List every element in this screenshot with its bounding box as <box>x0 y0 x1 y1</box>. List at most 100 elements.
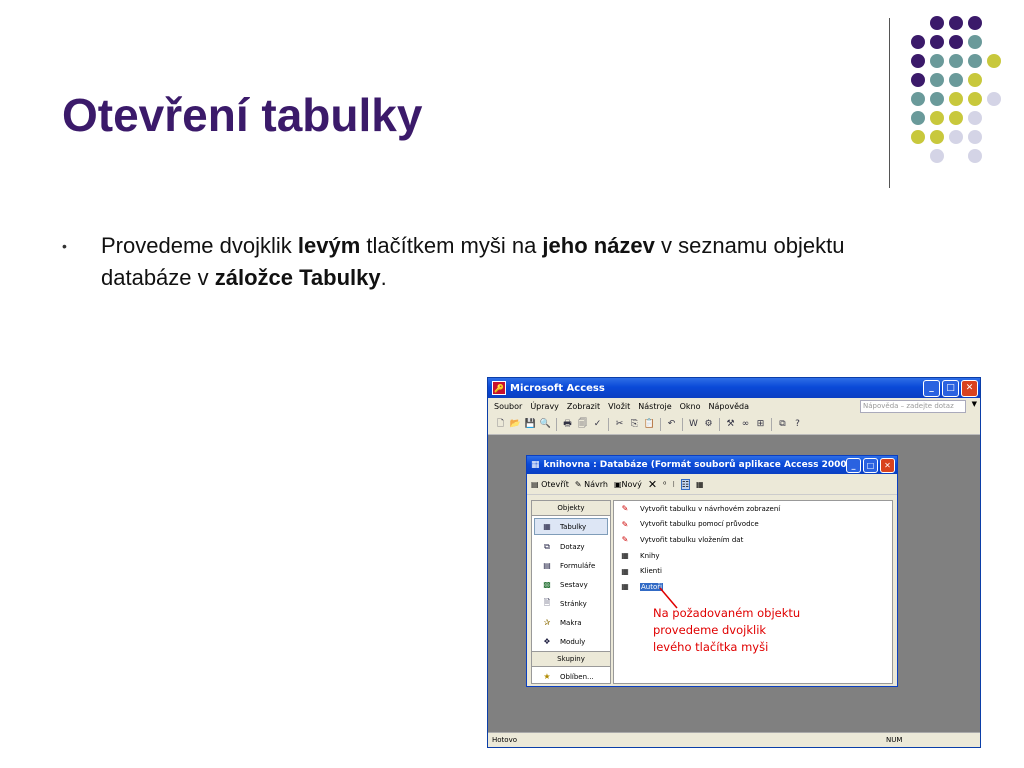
cut-icon[interactable]: ✂ <box>613 418 626 431</box>
save-icon[interactable]: 💾 <box>524 418 537 431</box>
undo-icon[interactable]: ↶ <box>665 418 678 431</box>
delete-icon[interactable]: ✕ <box>648 478 657 491</box>
list-item-selected[interactable]: ▦ Autoři <box>614 579 892 595</box>
status-bar: Hotovo NUM <box>488 732 980 747</box>
dot <box>949 35 963 49</box>
menu-soubor[interactable]: Soubor <box>494 402 522 411</box>
dot <box>968 54 982 68</box>
open-button[interactable]: ▤ Otevřít <box>531 480 569 489</box>
dot <box>968 149 982 163</box>
dot <box>930 149 944 163</box>
db-maximize-button[interactable]: □ <box>863 458 878 473</box>
search-icon[interactable]: 🔍 <box>539 418 552 431</box>
list-item[interactable]: ✎ Vytvořit tabulku pomocí průvodce <box>614 517 892 533</box>
analyze-icon[interactable]: ⚙ <box>702 418 715 431</box>
new-button[interactable]: ▣Nový <box>614 480 642 489</box>
access-key-icon: 🔑 <box>492 381 506 395</box>
object-list: ✎ Vytvořit tabulku v návrhovém zobrazení … <box>613 500 893 684</box>
table-icon: ▦ <box>621 566 629 576</box>
new-icon[interactable]: 🗋 <box>494 418 507 431</box>
small-icons-icon[interactable]: ⁝ <box>672 480 675 489</box>
module-icon: ❖ <box>543 637 551 646</box>
properties-icon[interactable]: ∞ <box>739 418 752 431</box>
dot <box>968 111 982 125</box>
copy-icon[interactable]: ⎘ <box>628 418 641 431</box>
dot <box>930 130 944 144</box>
main-toolbar: 🗋 📂 💾 🔍 🖶 🗐 ✓ ✂ ⎘ 📋 ↶ W ⚙ ⚒ ∞ ⊞ ⧉ ? <box>488 414 980 435</box>
form-icon: ▤ <box>543 561 551 570</box>
macro-icon: ✰ <box>543 618 551 627</box>
dot <box>911 54 925 68</box>
design-button[interactable]: ✎ Návrh <box>575 480 608 489</box>
menu-bar: Soubor Úpravy Zobrazit Vložit Nástroje O… <box>488 398 980 414</box>
open-icon[interactable]: 📂 <box>509 418 522 431</box>
groups-header[interactable]: Skupiny <box>532 651 610 667</box>
dot <box>987 54 1001 68</box>
print-icon[interactable]: 🖶 <box>561 418 574 431</box>
db-minimize-button[interactable]: _ <box>846 458 861 473</box>
dot <box>987 92 1001 106</box>
table-icon: ▦ <box>621 551 629 561</box>
list-item[interactable]: ✎ Vytvořit tabulku v návrhovém zobrazení <box>614 501 892 517</box>
large-icons-icon[interactable]: ⁰ <box>663 480 666 489</box>
object-tab-formulare[interactable]: ▤ Formuláře <box>532 556 610 575</box>
objects-header[interactable]: Objekty <box>532 501 610 516</box>
design-icon: ✎ <box>574 479 582 489</box>
object-tab-stranky[interactable]: 🗎 Stránky <box>532 594 610 613</box>
close-button[interactable]: ✕ <box>961 380 978 397</box>
spell-icon[interactable]: ✓ <box>591 418 604 431</box>
wizard-icon: ✎ <box>621 504 629 514</box>
code-icon[interactable]: ⚒ <box>724 418 737 431</box>
db-window-title: knihovna : Databáze (Formát souborů apli… <box>543 460 851 470</box>
annotation-text: Na požadovaném objektu provedeme dvojkli… <box>653 606 801 654</box>
object-tab-sestavy[interactable]: ▩ Sestavy <box>532 575 610 594</box>
preview-icon[interactable]: 🗐 <box>576 418 589 431</box>
db-close-button[interactable]: ✕ <box>880 458 895 473</box>
bullet-marker: • <box>62 238 67 254</box>
slide-title: Otevření tabulky <box>62 89 423 141</box>
object-tab-dotazy[interactable]: ⧉ Dotazy <box>532 537 610 556</box>
wizard-icon: ✎ <box>621 519 629 529</box>
list-item[interactable]: ▦ Knihy <box>614 548 892 564</box>
dot <box>930 73 944 87</box>
help-icon[interactable]: ? <box>791 418 804 431</box>
officelinks-icon[interactable]: W <box>687 418 700 431</box>
menu-napoveda[interactable]: Nápověda <box>709 402 750 411</box>
open-icon: ▤ <box>531 479 539 489</box>
table-icon: ▦ <box>543 522 551 531</box>
group-oblibene[interactable]: ★ Oblíben... <box>532 667 610 686</box>
list-item[interactable]: ▦ Klienti <box>614 563 892 579</box>
dot <box>968 16 982 30</box>
maximize-button[interactable]: □ <box>942 380 959 397</box>
dot <box>968 73 982 87</box>
db-titlebar: ▦ knihovna : Databáze (Formát souborů ap… <box>527 456 897 474</box>
dot <box>968 35 982 49</box>
dot <box>949 73 963 87</box>
status-num: NUM <box>886 736 903 744</box>
object-tab-moduly[interactable]: ❖ Moduly <box>532 632 610 651</box>
paste-icon[interactable]: 📋 <box>643 418 656 431</box>
new-icon: ▣ <box>613 479 622 489</box>
dot <box>949 92 963 106</box>
access-window-title: Microsoft Access <box>510 382 605 394</box>
menu-okno[interactable]: Okno <box>680 402 701 411</box>
relationships-icon[interactable]: ⊞ <box>754 418 767 431</box>
query-icon: ⧉ <box>544 541 550 551</box>
new-object-icon[interactable]: ⧉ <box>776 418 789 431</box>
minimize-button[interactable]: _ <box>923 380 940 397</box>
object-tab-makra[interactable]: ✰ Makra <box>532 613 610 632</box>
object-tab-tabulky[interactable]: ▦ Tabulky <box>534 518 608 535</box>
dot <box>949 111 963 125</box>
menu-vlozit[interactable]: Vložit <box>608 402 630 411</box>
chevron-down-icon[interactable]: ▼ <box>972 400 977 408</box>
dot <box>949 130 963 144</box>
menu-upravy[interactable]: Úpravy <box>530 402 559 411</box>
menu-zobrazit[interactable]: Zobrazit <box>567 402 600 411</box>
help-search-input[interactable]: Nápověda – zadejte dotaz <box>860 400 966 413</box>
menu-nastroje[interactable]: Nástroje <box>638 402 671 411</box>
list-view-icon[interactable]: ☷ <box>680 478 691 490</box>
dot <box>930 92 944 106</box>
list-item[interactable]: ✎ Vytvořit tabulku vložením dat <box>614 532 892 548</box>
page-icon: 🗎 <box>543 597 551 607</box>
details-view-icon[interactable]: ▦ <box>696 480 704 489</box>
